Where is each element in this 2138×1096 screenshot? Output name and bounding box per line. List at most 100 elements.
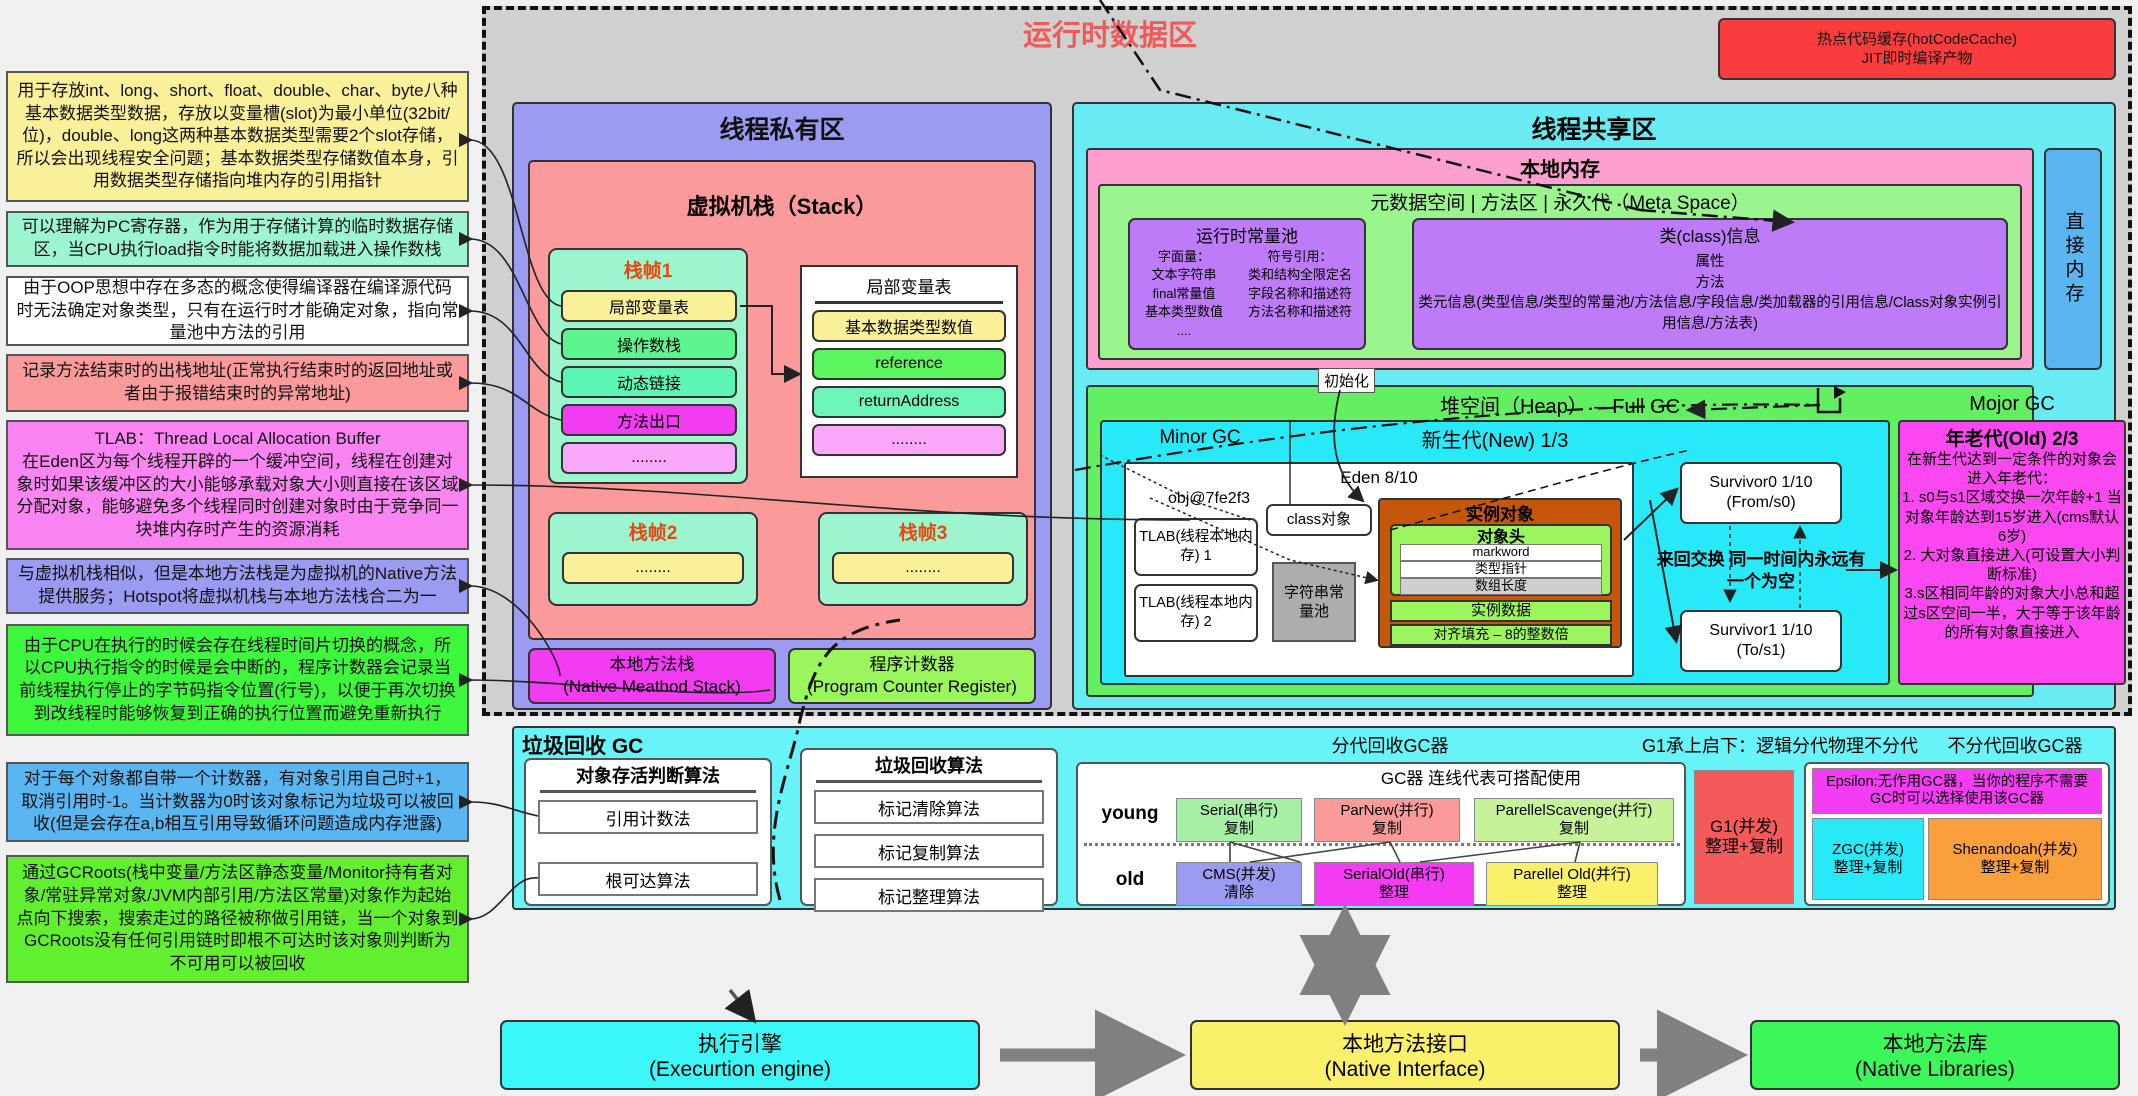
old-generation-title: 年老代(Old) 2/3	[1945, 428, 2079, 450]
class-info-line-3: 类元信息(类型信息/类型的常量池/方法信息/字段信息/类加载器的引用信息/Cla…	[1418, 295, 2002, 332]
frame1-slot-dynamic-link: 动态链接	[561, 366, 737, 398]
survivor1-box: Survivor1 1/10 (To/s1)	[1680, 610, 1842, 672]
collector-cms: CMS(并发) 清除	[1176, 862, 1302, 906]
execution-engine-line1: 执行引擎	[698, 1033, 782, 1056]
gc-title: 垃圾回收 GC	[522, 735, 644, 758]
object-alive-item-reference-counting: 引用计数法	[538, 800, 758, 834]
lvt-row-more: ........	[812, 424, 1006, 456]
collector-row-old-label: old	[1115, 869, 1145, 890]
collector-g1-name: G1(并发)	[1710, 816, 1778, 836]
class-info-title: 类(class)信息	[1659, 226, 1761, 246]
object-alive-divider	[540, 790, 756, 793]
survivor0-box: Survivor0 1/10 (From/s0)	[1680, 462, 1842, 524]
rcp-literal-4: ....	[1176, 322, 1192, 338]
heap-title: 堆空间（Heap） -- Full GC	[1439, 395, 1681, 418]
program-counter-line2: (Program Counter Register)	[807, 677, 1017, 696]
init-label: 初始化	[1318, 368, 1376, 393]
rcp-literal-head: 字面量：	[1157, 249, 1210, 264]
gc-algorithm-item-mark-compact: 标记整理算法	[814, 878, 1044, 912]
native-libraries-line2: (Native Libraries)	[1855, 1058, 2015, 1081]
gc-algorithm-item-mark-sweep: 标记清除算法	[814, 790, 1044, 824]
collector-cms-name: CMS(并发)	[1202, 866, 1276, 883]
lvt-row-reference: reference	[812, 348, 1006, 380]
operand-stack-note: 可以理解为PC寄存器，作为用于存储计算的临时数据存储区，当CPU执行load指令…	[6, 211, 469, 267]
class-info-lines: 属性 方法 类元信息(类型信息/类型的常量池/方法信息/字段信息/类加载器的引用…	[1418, 252, 2002, 334]
thread-private-title: 线程私有区	[719, 116, 845, 144]
hot-code-cache-line1: 热点代码缓存(hotCodeCache)	[1816, 30, 2018, 48]
frame1-slot-operand-stack: 操作数栈	[561, 328, 737, 360]
hot-code-cache-box: 热点代码缓存(hotCodeCache) JIT即时编译产物	[1718, 18, 2116, 80]
collector-hint-label: GC器 连线代表可搭配使用	[1380, 768, 1582, 788]
dynamic-link-note: 由于OOP思想中存在多态的概念使得编译器在编译源代码时无法确定对象类型，只有在运…	[6, 276, 469, 346]
object-alive-item-gc-roots: 根可达算法	[538, 862, 758, 896]
lvt-divider	[815, 301, 1003, 304]
non-generational-gc-label: 不分代回收GC器	[1947, 736, 2083, 756]
rcp-symbolic-1: 类和结构全限定名	[1247, 267, 1352, 283]
collector-zgc-name: ZGC(并发)	[1832, 841, 1904, 858]
collector-serial-name: Serial(串行)	[1199, 802, 1279, 819]
meta-space-title: 元数据空间 | 方法区 | 永久代（Meta Space）	[1370, 192, 1750, 214]
instance-object-title: 实例对象	[1466, 504, 1534, 524]
survivor0-line1: Survivor0 1/10	[1709, 473, 1813, 491]
old-generation-text: 在新生代达到一定条件的对象会进入年老代： 1. s0与s1区域交换一次年龄+1 …	[1902, 451, 2122, 641]
minor-gc-label: Minor GC	[1159, 427, 1241, 448]
native-interface-line1: 本地方法接口	[1342, 1033, 1468, 1056]
rcp-symbolic-column: 符号引用： 类和结构全限定名 字段名称和描述符 方法名称和描述符	[1238, 248, 1362, 322]
collector-row-young-label: young	[1101, 803, 1159, 824]
collector-serial-old-name: SerialOld(串行)	[1343, 866, 1445, 883]
stack-frame-3-title: 栈帧3	[898, 522, 948, 544]
survivor1-line1: Survivor1 1/10	[1709, 621, 1813, 639]
generational-gc-label: 分代回收GC器	[1331, 736, 1449, 756]
native-method-stack-note: 与虚拟机栈相似，但是本地方法栈是为虚拟机的Native方法提供服务；Hotspo…	[6, 558, 469, 614]
native-method-stack-line1: 本地方法栈	[609, 655, 695, 675]
collector-parallel-scavenge: ParellelScavenge(并行) 复制	[1474, 798, 1674, 842]
obj-address-label: obj@7fe2f3	[1167, 490, 1251, 507]
class-info-line-2: 方法	[1695, 274, 1725, 291]
survivor1-line2: (To/s1)	[1736, 642, 1786, 659]
collector-shenandoah: Shenandoah(并发) 整理+复制	[1928, 818, 2102, 900]
execution-engine-line2: (Execurtion engine)	[648, 1058, 832, 1081]
gc-algorithm-divider	[816, 780, 1042, 783]
vm-stack-title: 虚拟机栈（Stack）	[686, 194, 878, 219]
collector-parallel-old-name: Parellel Old(并行)	[1513, 866, 1631, 883]
runtime-constant-pool-title: 运行时常量池	[1196, 226, 1298, 246]
rcp-literal-2: final常量值	[1152, 285, 1216, 301]
object-alive-algorithm-title: 对象存活判断算法	[576, 766, 720, 786]
eden-title: Eden 8/10	[1340, 468, 1418, 487]
collector-serial-old-mode: 整理	[1378, 884, 1409, 901]
collector-parnew-name: ParNew(并行)	[1340, 802, 1434, 819]
collector-row-divider	[1084, 843, 1680, 846]
reference-counting-note: 对于每个对象都自带一个计数器，有对象引用自己时+1，取消引用时-1。当计数器为0…	[6, 762, 469, 842]
native-method-stack-line2: (Native Meathod Stack)	[563, 677, 741, 696]
method-exit-note: 记录方法结束时的出栈地址(正常执行结束时的返回地址或者由于报错结束时的异常地址)	[6, 354, 469, 412]
major-gc-label: Mojor GC	[1969, 392, 2055, 415]
class-object-box: class对象	[1266, 504, 1372, 536]
collector-parnew: ParNew(并行) 复制	[1314, 798, 1460, 842]
rcp-symbolic-head: 符号引用：	[1267, 249, 1333, 264]
collector-shenandoah-name: Shenandoah(并发)	[1952, 841, 2078, 858]
collector-serial-mode: 复制	[1223, 820, 1254, 837]
stack-frame-1-title: 栈帧1	[623, 260, 673, 282]
collector-zgc: ZGC(并发) 整理+复制	[1812, 818, 1924, 900]
string-constant-pool-box: 字符串常量池	[1272, 562, 1356, 642]
native-memory-title: 本地内存	[1520, 158, 1600, 181]
gc-algorithm-title: 垃圾回收算法	[875, 756, 983, 776]
collector-epsilon: Epsilon:无作用GC器，当你的程序不需要GC时可以选择使用该GC器	[1812, 768, 2102, 814]
gc-algorithm-item-mark-copy: 标记复制算法	[814, 834, 1044, 868]
object-header-class-pointer: 类型指针	[1400, 561, 1602, 578]
program-counter-line1: 程序计数器	[869, 655, 955, 675]
program-counter-note: 由于CPU在执行的时候会存在线程时间片切换的概念，所以CPU执行指令的时候是会中…	[6, 624, 469, 736]
object-header-markword: markword	[1400, 544, 1602, 561]
frame1-slot-local-var-table: 局部变量表	[561, 290, 737, 322]
native-libraries-box: 本地方法库 (Native Libraries)	[1750, 1020, 2120, 1090]
collector-serial-old: SerialOld(串行) 整理	[1314, 862, 1474, 906]
native-method-stack-box: 本地方法栈 (Native Meathod Stack)	[528, 648, 776, 704]
thread-shared-title: 线程共享区	[1531, 116, 1657, 144]
collector-parallel-scavenge-mode: 复制	[1558, 820, 1589, 837]
class-info-line-1: 属性	[1695, 254, 1725, 270]
rcp-symbolic-2: 字段名称和描述符	[1247, 285, 1352, 301]
execution-engine-box: 执行引擎 (Execurtion engine)	[500, 1020, 980, 1090]
hot-code-cache-line2: JIT即时编译产物	[1861, 50, 1973, 67]
program-counter-box: 程序计数器 (Program Counter Register)	[788, 648, 1036, 704]
collector-zgc-mode: 整理+复制	[1833, 859, 1903, 876]
